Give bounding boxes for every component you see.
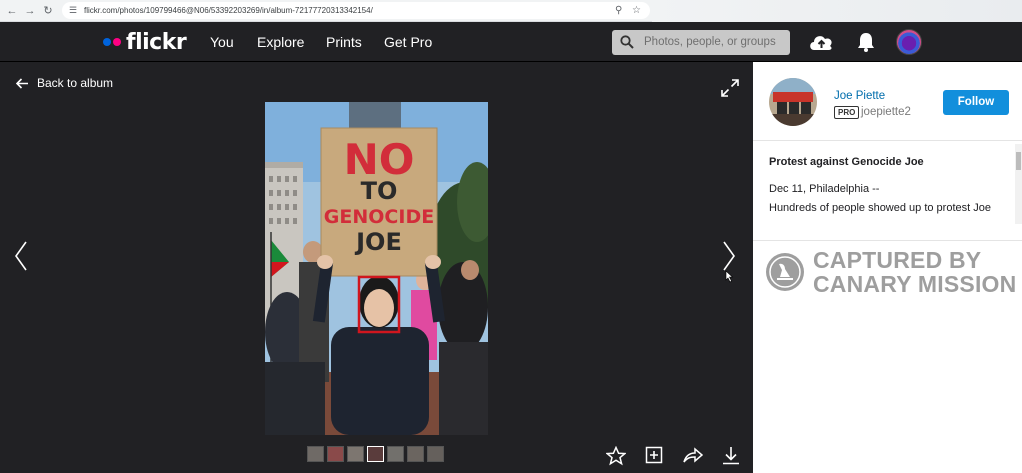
- thumbnail[interactable]: [307, 446, 324, 462]
- canary-bird-shape: [769, 256, 801, 288]
- logo-text: flickr: [126, 29, 187, 55]
- main-photo[interactable]: NO TO GENOCIDE JOE: [265, 102, 488, 435]
- pro-badge: PRO: [834, 106, 860, 119]
- fullscreen-expand-icon[interactable]: [721, 79, 739, 97]
- sign-line-2: TO: [361, 177, 398, 205]
- description-scrollbar[interactable]: [1015, 144, 1022, 224]
- share-arrow-icon[interactable]: [683, 446, 703, 464]
- back-arrow-icon[interactable]: ←: [4, 3, 20, 19]
- back-to-album-label: Back to album: [37, 76, 114, 90]
- thumbnail[interactable]: [327, 446, 344, 462]
- zoom-icon[interactable]: ⚲: [615, 3, 622, 18]
- scrollbar-thumb[interactable]: [1016, 152, 1021, 170]
- user-avatar[interactable]: [896, 29, 922, 55]
- photo-viewer: Back to album NO TO GENOCIDE JOE: [0, 62, 753, 473]
- nav-link-get-pro[interactable]: Get Pro: [384, 34, 432, 50]
- logo-pink-dot: [113, 38, 121, 46]
- search-icon: [620, 35, 634, 49]
- next-photo-chevron-icon[interactable]: [722, 240, 738, 284]
- owner-name-link[interactable]: Joe Piette: [834, 89, 885, 103]
- reload-icon[interactable]: ↻: [40, 3, 56, 19]
- browser-toolbar: ← → ↻ ☰ flickr.com/photos/109799466@N06/…: [0, 0, 1022, 22]
- logo-blue-dot: [103, 38, 111, 46]
- nav-link-you[interactable]: You: [210, 34, 234, 50]
- sign-line-3: GENOCIDE: [324, 206, 434, 228]
- thumbnail-selected[interactable]: [367, 446, 384, 462]
- flickr-logo[interactable]: flickr: [103, 29, 187, 55]
- divider: [753, 240, 1022, 241]
- nav-link-explore[interactable]: Explore: [257, 34, 304, 50]
- url-text: flickr.com/photos/109799466@N06/53392203…: [84, 6, 373, 15]
- photo-title: Protest against Genocide Joe: [769, 156, 924, 168]
- left-arrow-icon: [16, 77, 28, 89]
- photo-sidebar: Joe Piette PRO joepiette2 Follow Protest…: [753, 62, 1022, 473]
- site-settings-icon[interactable]: ☰: [69, 4, 77, 17]
- search-box[interactable]: Photos, people, or groups: [612, 30, 790, 55]
- thumbnail[interactable]: [427, 446, 444, 462]
- previous-photo-chevron-icon[interactable]: [14, 240, 28, 272]
- photo-description-line: Hundreds of people showed up to protest …: [769, 202, 991, 214]
- search-placeholder: Photos, people, or groups: [644, 36, 776, 48]
- watermark-line-1: CAPTURED BY: [813, 247, 982, 273]
- browser-right-area: [652, 0, 1022, 22]
- forward-arrow-icon[interactable]: →: [22, 3, 38, 19]
- address-bar[interactable]: ☰ flickr.com/photos/109799466@N06/533922…: [62, 2, 650, 19]
- thumbnail[interactable]: [407, 446, 424, 462]
- download-icon[interactable]: [722, 446, 740, 465]
- owner-handle: joepiette2: [861, 106, 911, 118]
- canary-mission-watermark: CAPTURED BY CANARY MISSION: [766, 248, 1016, 296]
- divider: [753, 140, 1022, 141]
- follow-button[interactable]: Follow: [943, 90, 1009, 115]
- top-nav: flickr You Explore Prints Get Pro Photos…: [0, 22, 1022, 62]
- back-to-album-link[interactable]: Back to album: [16, 76, 113, 90]
- canary-bird-icon: [766, 253, 804, 291]
- watermark-line-2: CANARY MISSION: [813, 271, 1017, 297]
- nav-link-prints[interactable]: Prints: [326, 34, 362, 50]
- add-to-gallery-icon[interactable]: [645, 446, 664, 465]
- thumbnail-strip: [307, 446, 444, 462]
- owner-avatar[interactable]: [769, 78, 817, 126]
- upload-cloud-icon[interactable]: [808, 32, 835, 52]
- photo-description-line: Dec 11, Philadelphia --: [769, 183, 880, 195]
- thumbnail[interactable]: [347, 446, 364, 462]
- thumbnail[interactable]: [387, 446, 404, 462]
- owner-avatar-image: [769, 78, 817, 126]
- favorite-star-icon[interactable]: [606, 446, 626, 466]
- sign-line-4: JOE: [354, 228, 402, 256]
- protest-photo-image: NO TO GENOCIDE JOE: [265, 102, 488, 435]
- bookmark-star-icon[interactable]: ☆: [632, 3, 641, 18]
- notification-bell-icon[interactable]: [857, 32, 875, 52]
